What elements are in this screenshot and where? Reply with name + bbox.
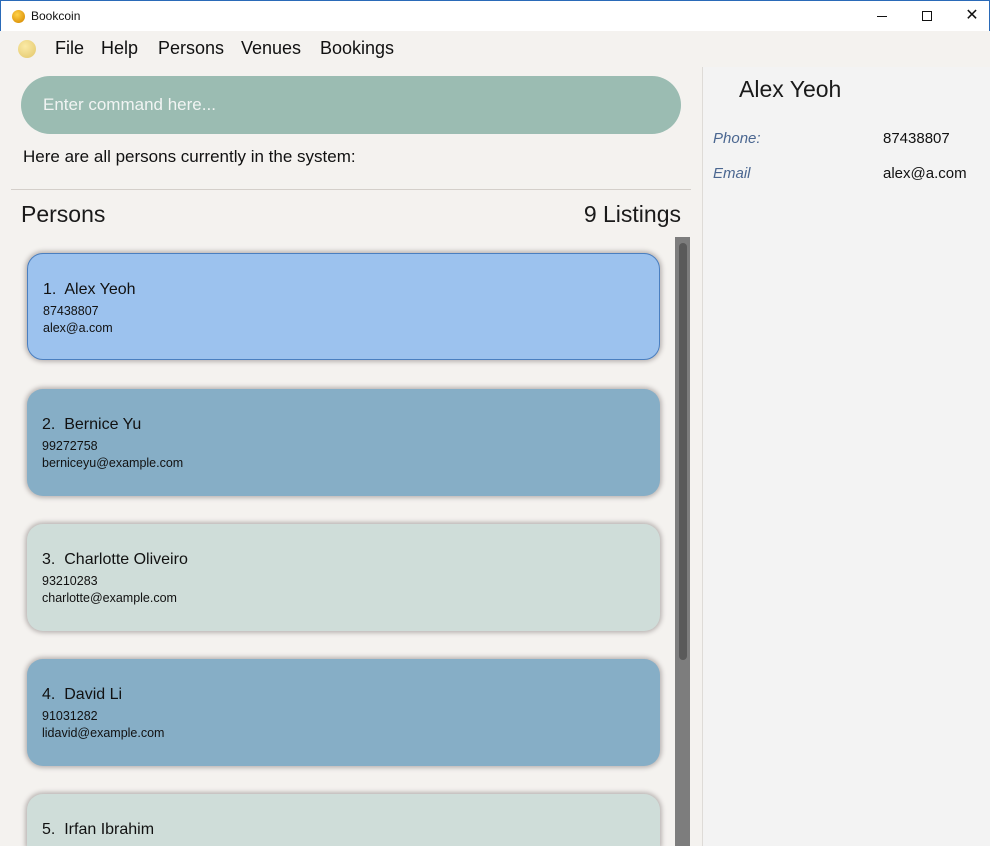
person-name: 3. Charlotte Oliveiro: [42, 551, 188, 568]
close-button[interactable]: ✕: [949, 1, 990, 31]
person-phone: 91031282: [42, 709, 98, 723]
detail-panel: Alex Yeoh Phone: 87438807 Email alex@a.c…: [703, 67, 990, 846]
person-name: 4. David Li: [42, 686, 123, 703]
menu-bar: File Help Persons Venues Bookings: [0, 31, 990, 67]
divider: [11, 189, 691, 190]
person-name: 5. Irfan Ibrahim: [42, 821, 155, 838]
detail-name: Alex Yeoh: [739, 76, 842, 102]
close-icon: ✕: [965, 7, 979, 24]
detail-email-value: alex@a.com: [883, 165, 967, 182]
minimize-icon: [877, 15, 887, 17]
maximize-button[interactable]: [904, 1, 950, 31]
command-box: [21, 76, 681, 134]
detail-phone-value: 87438807: [883, 130, 950, 147]
person-card[interactable]: 4. David Li 91031282 lidavid@example.com: [27, 659, 660, 766]
menu-help[interactable]: Help: [101, 38, 138, 59]
coin-icon: [18, 40, 36, 58]
window-title: Bookcoin: [31, 9, 81, 23]
person-card[interactable]: 2. Bernice Yu 99272758 berniceyu@example…: [27, 389, 660, 496]
person-email: berniceyu@example.com: [42, 456, 184, 470]
app-coin-icon: [12, 10, 25, 23]
command-input[interactable]: [43, 76, 653, 134]
person-phone: 93210283: [42, 574, 98, 588]
title-bar: Bookcoin ✕: [0, 0, 990, 31]
person-phone: 99272758: [42, 439, 98, 453]
minimize-button[interactable]: [859, 1, 905, 31]
person-email: charlotte@example.com: [42, 591, 177, 605]
person-name: 2. Bernice Yu: [42, 416, 142, 433]
person-name: 1. Alex Yeoh: [43, 281, 136, 298]
result-message: Here are all persons currently in the sy…: [23, 147, 356, 166]
listing-count: 9 Listings: [583, 201, 681, 227]
menu-venues[interactable]: Venues: [241, 38, 301, 59]
maximize-icon: [922, 11, 932, 21]
menu-bookings[interactable]: Bookings: [320, 38, 394, 59]
scrollbar-thumb[interactable]: [679, 243, 687, 660]
person-card[interactable]: 5. Irfan Ibrahim: [27, 794, 660, 846]
menu-file[interactable]: File: [55, 38, 84, 59]
menu-persons[interactable]: Persons: [158, 38, 224, 59]
person-card[interactable]: 3. Charlotte Oliveiro 93210283 charlotte…: [27, 524, 660, 631]
person-phone: 87438807: [43, 304, 99, 318]
detail-email-label: Email: [713, 165, 751, 182]
person-card[interactable]: 1. Alex Yeoh 87438807 alex@a.com: [27, 253, 660, 360]
person-email: alex@a.com: [43, 321, 113, 335]
list-title: Persons: [21, 201, 106, 227]
person-email: lidavid@example.com: [42, 726, 165, 740]
detail-phone-label: Phone:: [713, 130, 761, 147]
